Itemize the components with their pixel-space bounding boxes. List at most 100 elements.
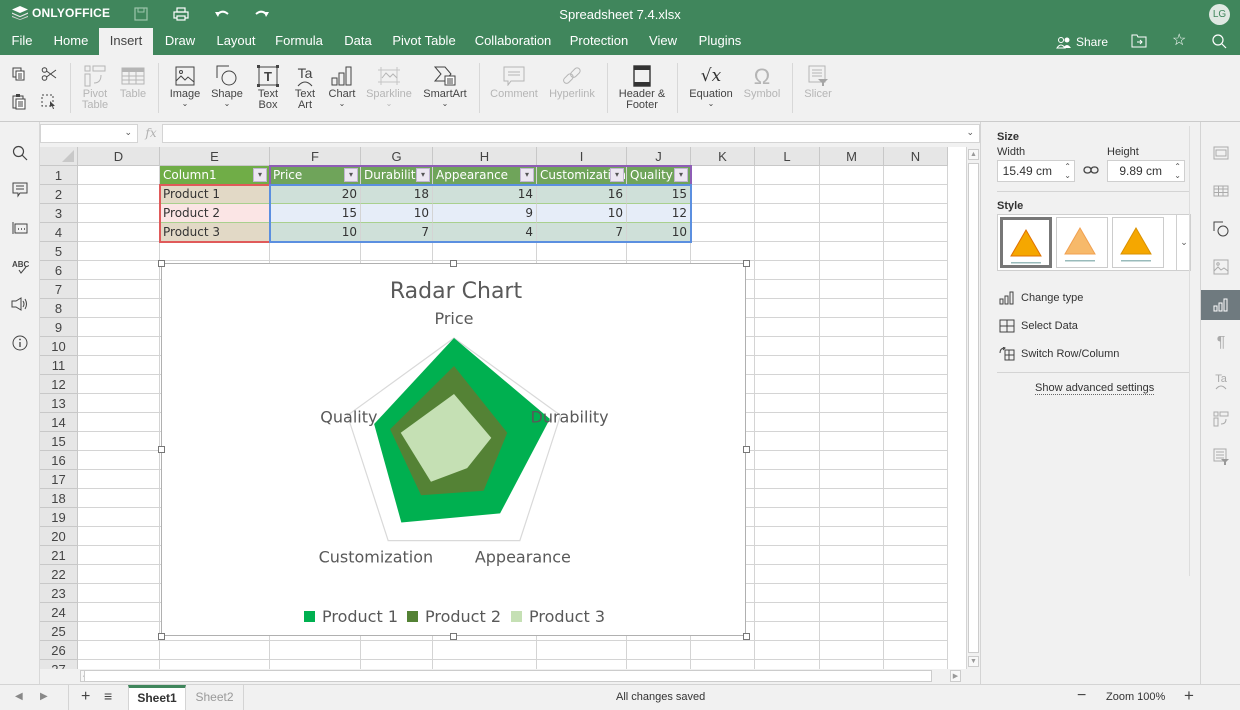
- cell[interactable]: [884, 318, 948, 337]
- cell[interactable]: [820, 185, 884, 204]
- cell[interactable]: [755, 603, 820, 622]
- cell[interactable]: [755, 622, 820, 641]
- chart-style-option[interactable]: [1056, 217, 1108, 268]
- resize-handle-e[interactable]: [743, 446, 750, 453]
- cell[interactable]: [820, 413, 884, 432]
- cell[interactable]: [755, 204, 820, 223]
- row-header-18[interactable]: 18: [40, 489, 78, 508]
- about-info-icon[interactable]: [10, 333, 30, 353]
- cell[interactable]: [537, 660, 627, 669]
- table-cell[interactable]: 20: [270, 185, 361, 204]
- tab-protection[interactable]: Protection: [566, 28, 632, 55]
- cell[interactable]: [820, 641, 884, 660]
- image-settings-icon[interactable]: [1201, 252, 1240, 282]
- cell[interactable]: [78, 299, 160, 318]
- row-header-8[interactable]: 8: [40, 299, 78, 318]
- cell[interactable]: [755, 584, 820, 603]
- cell[interactable]: [820, 166, 884, 185]
- cell[interactable]: [270, 242, 361, 261]
- cell[interactable]: [755, 261, 820, 280]
- lock-aspect-ratio-icon[interactable]: [1083, 164, 1099, 179]
- filter-dropdown-icon[interactable]: ▾: [344, 168, 358, 182]
- cell[interactable]: [78, 204, 160, 223]
- cell[interactable]: [820, 394, 884, 413]
- cell[interactable]: [270, 641, 361, 660]
- cell[interactable]: [884, 337, 948, 356]
- column-header-e[interactable]: E: [160, 147, 270, 166]
- table-cell[interactable]: 10: [361, 204, 433, 223]
- cell[interactable]: [884, 451, 948, 470]
- cell[interactable]: [78, 242, 160, 261]
- table-header-cell[interactable]: Appearance ▾: [433, 166, 537, 185]
- tab-home[interactable]: Home: [46, 28, 96, 55]
- column-header-d[interactable]: D: [78, 147, 160, 166]
- formula-input[interactable]: ⌄: [162, 124, 980, 143]
- row-header-21[interactable]: 21: [40, 546, 78, 565]
- cut-icon[interactable]: [41, 66, 59, 84]
- cell[interactable]: [820, 565, 884, 584]
- table-cell[interactable]: 14: [433, 185, 537, 204]
- cell[interactable]: [820, 603, 884, 622]
- cell[interactable]: [691, 166, 755, 185]
- tab-data[interactable]: Data: [338, 28, 378, 55]
- cell[interactable]: [884, 660, 948, 669]
- cell[interactable]: [433, 660, 537, 669]
- cell[interactable]: [270, 660, 361, 669]
- cell[interactable]: [820, 546, 884, 565]
- cell[interactable]: [755, 166, 820, 185]
- show-advanced-settings-link[interactable]: Show advanced settings: [1035, 382, 1155, 395]
- table-cell[interactable]: Product 3: [160, 223, 270, 242]
- chart-button[interactable]: Chart ⌄: [325, 63, 359, 108]
- cell[interactable]: [820, 299, 884, 318]
- resize-handle-w[interactable]: [158, 446, 165, 453]
- table-cell[interactable]: 15: [270, 204, 361, 223]
- add-sheet-icon[interactable]: +: [81, 688, 90, 706]
- scroll-right-icon[interactable]: ▶: [950, 670, 961, 682]
- cell[interactable]: [78, 432, 160, 451]
- cell[interactable]: [884, 185, 948, 204]
- cell[interactable]: [755, 299, 820, 318]
- zoom-out-button[interactable]: −: [1077, 687, 1086, 705]
- cell[interactable]: [78, 584, 160, 603]
- row-header-6[interactable]: 6: [40, 261, 78, 280]
- tab-plugins[interactable]: Plugins: [694, 28, 746, 55]
- cell[interactable]: [691, 641, 755, 660]
- sheet-list-icon[interactable]: ≡: [104, 688, 112, 704]
- cell[interactable]: [884, 489, 948, 508]
- cell[interactable]: [361, 242, 433, 261]
- row-header-25[interactable]: 25: [40, 622, 78, 641]
- row-header-15[interactable]: 15: [40, 432, 78, 451]
- cell[interactable]: [755, 185, 820, 204]
- share-button[interactable]: Share: [1056, 35, 1108, 49]
- cell[interactable]: [691, 204, 755, 223]
- cell[interactable]: [78, 280, 160, 299]
- cell[interactable]: [78, 660, 160, 669]
- tab-formula[interactable]: Formula: [270, 28, 328, 55]
- cell[interactable]: [755, 394, 820, 413]
- cell[interactable]: [361, 641, 433, 660]
- table-settings-icon[interactable]: [1201, 176, 1240, 206]
- table-cell[interactable]: 10: [627, 223, 691, 242]
- cell[interactable]: [361, 660, 433, 669]
- filter-dropdown-icon[interactable]: ▾: [610, 168, 624, 182]
- column-header-m[interactable]: M: [820, 147, 884, 166]
- cell[interactable]: [78, 451, 160, 470]
- scroll-up-icon[interactable]: ▲: [968, 149, 979, 160]
- cell[interactable]: [820, 318, 884, 337]
- resize-handle-s[interactable]: [450, 633, 457, 640]
- cell[interactable]: [755, 280, 820, 299]
- cell[interactable]: [884, 527, 948, 546]
- cell[interactable]: [884, 622, 948, 641]
- table-cell[interactable]: 7: [361, 223, 433, 242]
- cell[interactable]: [884, 394, 948, 413]
- cell[interactable]: [884, 261, 948, 280]
- table-cell[interactable]: 15: [627, 185, 691, 204]
- chart-style-option[interactable]: [1112, 217, 1164, 268]
- row-header-12[interactable]: 12: [40, 375, 78, 394]
- tab-pivot-table[interactable]: Pivot Table: [388, 28, 460, 55]
- cell[interactable]: [755, 337, 820, 356]
- cell[interactable]: [755, 242, 820, 261]
- cell[interactable]: [820, 622, 884, 641]
- horizontal-scroll-thumb[interactable]: [84, 670, 932, 682]
- cell[interactable]: [78, 603, 160, 622]
